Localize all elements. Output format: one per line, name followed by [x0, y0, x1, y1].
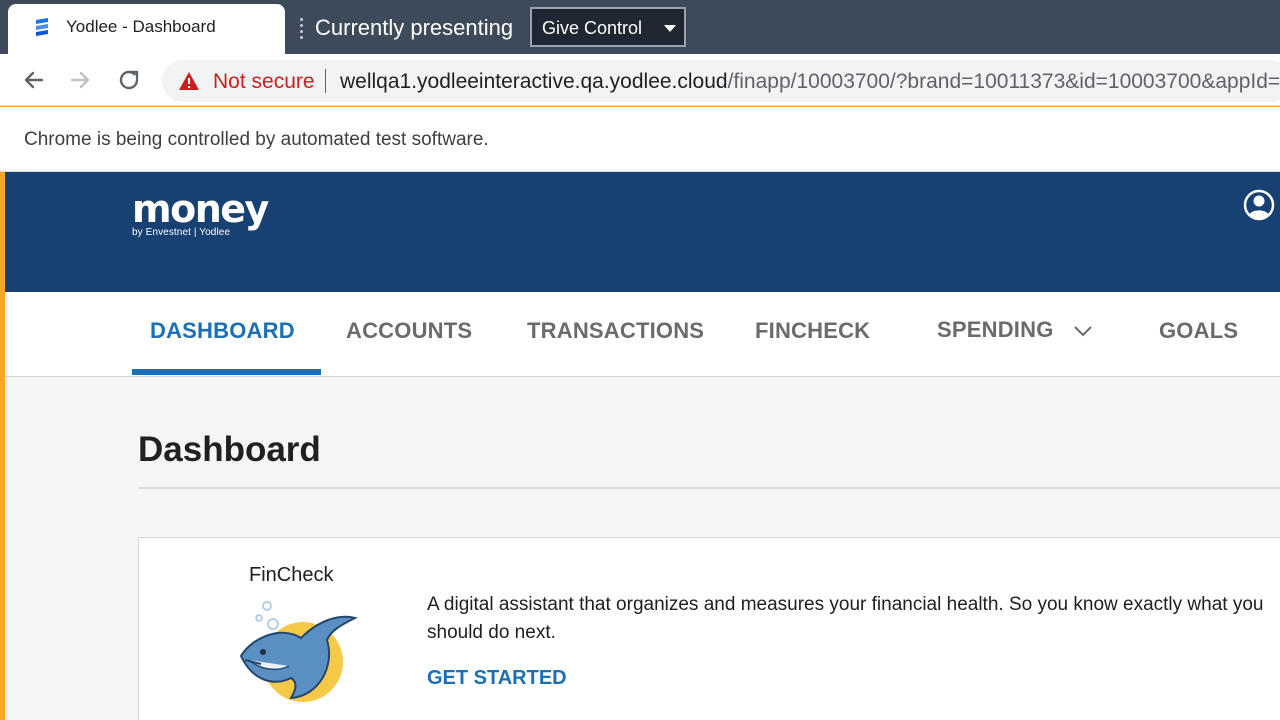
- browser-tab-strip: Yodlee - Dashboard Currently presenting …: [0, 0, 1280, 54]
- give-control-dropdown[interactable]: Give Control: [530, 7, 686, 47]
- reload-icon: [119, 70, 139, 90]
- omnibox-divider: [325, 69, 326, 93]
- forward-button[interactable]: [65, 64, 97, 96]
- logo-wordmark: money: [132, 187, 269, 231]
- arrow-right-icon: [70, 71, 90, 89]
- nav-dashboard[interactable]: DASHBOARD: [150, 318, 295, 344]
- drag-handle-icon[interactable]: [299, 18, 305, 39]
- page-viewport: money by Envestnet | Yodlee DASHBOARD AC…: [5, 172, 1280, 720]
- nav-transactions[interactable]: TRANSACTIONS: [527, 318, 704, 344]
- url-host: wellqa1.yodleeinteractive.qa.yodlee.clou…: [340, 70, 728, 93]
- nav-spending[interactable]: SPENDING: [937, 317, 1054, 343]
- page-title: Dashboard: [138, 430, 321, 469]
- tab-title: Yodlee - Dashboard: [66, 17, 216, 36]
- fincheck-card-description: A digital assistant that organizes and m…: [427, 594, 1264, 643]
- money-logo[interactable]: money by Envestnet | Yodlee: [132, 187, 269, 238]
- presenting-label: Currently presenting: [315, 15, 514, 40]
- app-header: money by Envestnet | Yodlee: [5, 172, 1280, 292]
- get-started-link[interactable]: GET STARTED: [427, 667, 567, 690]
- title-divider: [138, 487, 1280, 489]
- not-secure-label[interactable]: Not secure: [213, 70, 315, 94]
- reload-button[interactable]: [113, 64, 145, 96]
- nav-fincheck[interactable]: FINCHECK: [755, 318, 870, 344]
- fincheck-card-title: FinCheck: [249, 564, 334, 586]
- yodlee-favicon-icon: [36, 18, 48, 36]
- nav-accounts[interactable]: ACCOUNTS: [346, 318, 472, 344]
- caret-down-icon: [664, 25, 676, 32]
- url-path: /finapp/10003700/?brand=10011373&id=1000…: [727, 70, 1280, 93]
- browser-tab[interactable]: Yodlee - Dashboard: [8, 4, 285, 54]
- back-button[interactable]: [17, 64, 49, 96]
- url-text[interactable]: wellqa1.yodleeinteractive.qa.yodlee.clou…: [340, 70, 1280, 94]
- address-bar[interactable]: Not secure wellqa1.yodleeinteractive.qa.…: [162, 60, 1280, 102]
- main-nav: DASHBOARD ACCOUNTS TRANSACTIONS FINCHECK…: [5, 292, 1280, 377]
- browser-toolbar: Not secure wellqa1.yodleeinteractive.qa.…: [0, 54, 1280, 106]
- presenting-bar: Currently presenting Give Control: [285, 0, 1280, 54]
- give-control-label: Give Control: [542, 18, 643, 38]
- nav-goals[interactable]: GOALS: [1159, 318, 1238, 344]
- active-tab-indicator: [132, 369, 321, 375]
- automation-infobar: Chrome is being controlled by automated …: [0, 107, 1280, 172]
- dolphin-mascot-icon: [239, 601, 358, 702]
- user-profile-icon[interactable]: [1243, 189, 1275, 221]
- fincheck-card: FinCheck A digital assistant that organi…: [138, 537, 1280, 720]
- chevron-down-icon[interactable]: [1073, 324, 1093, 338]
- warning-icon: [179, 72, 199, 90]
- infobar-message: Chrome is being controlled by automated …: [24, 129, 489, 150]
- arrow-left-icon: [24, 71, 44, 89]
